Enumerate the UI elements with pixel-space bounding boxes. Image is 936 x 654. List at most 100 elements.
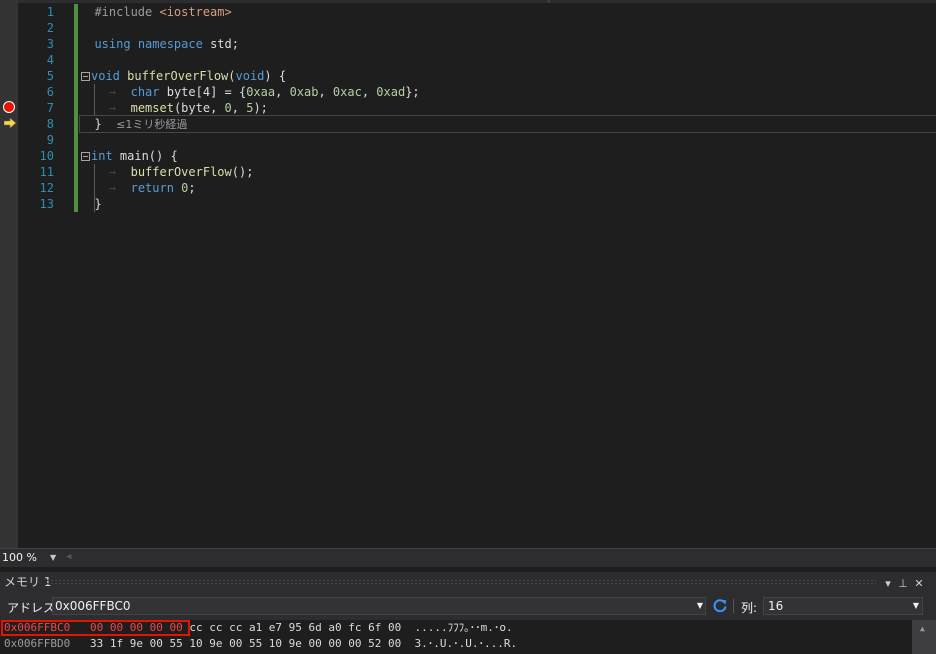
comma: , — [361, 85, 377, 99]
chevron-down-icon[interactable]: ▼ — [913, 601, 919, 610]
line-number: 5 — [46, 69, 54, 83]
collapse-icon[interactable] — [81, 72, 90, 81]
toolbar-separator — [733, 599, 734, 613]
memory-window-titlebar[interactable]: メモリ 1 ▾ ⊥ ✕ — [0, 572, 936, 592]
code-line-7[interactable]: → memset(byte, 0, 5); — [80, 100, 936, 116]
chevron-down-icon: ▼ — [50, 553, 57, 562]
code-text-fragment: (byte, — [173, 101, 225, 115]
memory-window: メモリ 1 ▾ ⊥ ✕ アドレス: ▼ 列: 16 ▼ 0x006FFBC000… — [0, 572, 936, 654]
code-line-5[interactable]: void bufferOverFlow(void) { — [80, 68, 936, 84]
line-number: 10 — [39, 149, 54, 163]
keyword: int — [91, 149, 113, 163]
line-number: 6 — [46, 85, 54, 99]
code-line-4[interactable] — [80, 52, 936, 68]
line-number: 1 — [46, 5, 54, 19]
preprocessor-directive: #include — [94, 5, 160, 19]
code-line-2[interactable] — [80, 20, 936, 36]
line-number: 3 — [46, 37, 54, 51]
line-number: 7 — [46, 101, 54, 115]
comma: , — [318, 85, 333, 99]
refresh-icon[interactable] — [711, 597, 729, 615]
line-numbers: 1 2 3 4 5 6 7 8 9 10 11 12 13 — [18, 4, 54, 212]
code-text-fragment: (); — [231, 165, 254, 179]
function-name: bufferOverFlow — [130, 165, 232, 179]
keyword: return — [130, 181, 174, 195]
code-line-6[interactable]: → char byte[4] = {0xaa, 0xab, 0xac, 0xad… — [80, 84, 936, 100]
instruction-pointer-icon — [4, 118, 16, 128]
highlight-box — [1, 620, 190, 636]
comma: , — [231, 101, 247, 115]
keyword: char — [130, 85, 160, 99]
close-icon[interactable]: ✕ — [912, 574, 926, 590]
perf-tip[interactable]: ≤1ミリ秒経過 — [116, 118, 187, 131]
number-literal: 0xad — [376, 85, 406, 99]
memory-row[interactable]: 0x006FFBD0 33 1f 9e 00 55 10 9e 00 55 10 … — [0, 636, 517, 652]
code-line-13[interactable]: } — [80, 196, 936, 212]
current-line-highlight[interactable]: } ≤1ミリ秒経過 — [79, 115, 936, 133]
memory-bytes[interactable]: 33 1f 9e 00 55 10 9e 00 55 10 9e 00 00 0… — [90, 637, 401, 650]
address-combobox[interactable]: ▼ — [52, 597, 706, 615]
code-line-10[interactable]: int main() { — [80, 148, 936, 164]
code-line-1[interactable]: #include <iostream> — [80, 4, 936, 20]
panel-title: メモリ 1 — [4, 575, 52, 589]
code-line-11[interactable]: → bufferOverFlow(); — [80, 164, 936, 180]
vertical-scrollbar[interactable]: ▲ — [912, 620, 936, 654]
number-literal: 0 — [224, 101, 232, 115]
include-target: <iostream> — [159, 5, 232, 19]
editor-top-border — [0, 0, 936, 3]
memory-toolbar: アドレス: ▼ 列: 16 ▼ — [0, 596, 936, 618]
function-name: bufferOverFlow( — [119, 69, 236, 83]
zoom-dropdown[interactable]: 100 % ▼ — [2, 550, 60, 565]
keyword: using — [94, 37, 131, 51]
change-tracking-bar — [74, 4, 78, 212]
line-number: 13 — [39, 197, 54, 211]
number-literal: 0xac — [332, 85, 362, 99]
code-line-3[interactable]: using namespace std; — [80, 36, 936, 52]
memory-ascii[interactable]: 3.･.U.･.U.･...R. — [415, 637, 518, 650]
line-number: 2 — [46, 21, 54, 35]
chevron-down-icon[interactable]: ▼ — [697, 601, 703, 610]
number-literal: 0xab — [289, 85, 319, 99]
memory-bytes[interactable]: cc cc cc a1 e7 95 6d a0 fc 6f 00 — [183, 621, 401, 634]
drag-grip[interactable] — [46, 579, 876, 585]
line-number: 4 — [46, 53, 54, 67]
window-menu-icon[interactable]: ▾ — [881, 574, 895, 590]
breakpoint-icon[interactable] — [3, 101, 15, 113]
code-text[interactable]: #include <iostream> using namespace std;… — [79, 4, 936, 212]
collapse-icon[interactable] — [81, 152, 90, 161]
code-text-fragment: byte[4] = { — [159, 85, 247, 99]
column-count-select[interactable]: 16 ▼ — [763, 597, 923, 615]
code-line-9[interactable] — [80, 132, 936, 148]
editor-status-bar: 100 % ▼ ◀ — [0, 548, 936, 567]
code-editor[interactable]: 1 2 3 4 5 6 7 8 9 10 11 12 13 #include <… — [0, 0, 936, 548]
number-literal: 0xaa — [246, 85, 276, 99]
memory-ascii[interactable]: .....ﾌﾌﾌ｡･･m.･o. — [415, 621, 513, 634]
closing-brace: } — [94, 117, 102, 131]
code-text-fragment: main() { — [112, 149, 178, 163]
line-number: 9 — [46, 133, 54, 147]
memory-address: 0x006FFBD0 — [4, 637, 71, 650]
scroll-up-icon[interactable]: ▲ — [920, 624, 925, 633]
function-name: memset — [130, 101, 174, 115]
line-number: 11 — [39, 165, 54, 179]
glyph-margin[interactable] — [0, 0, 18, 548]
keyword: namespace — [137, 37, 203, 51]
code-text-fragment: ; — [188, 181, 196, 195]
closing-brace: } — [94, 197, 102, 211]
pin-icon[interactable]: ⊥ — [896, 574, 910, 590]
keyword: void — [235, 69, 265, 83]
scroll-left-icon[interactable]: ◀ — [66, 552, 71, 562]
code-text-fragment: std; — [202, 37, 239, 51]
number-literal: 0 — [173, 181, 189, 195]
code-text-fragment: ) { — [264, 69, 287, 83]
code-line-12[interactable]: → return 0; — [80, 180, 936, 196]
comma: , — [275, 85, 290, 99]
address-input[interactable] — [55, 598, 675, 614]
zoom-value: 100 % — [2, 551, 37, 564]
line-number: 12 — [39, 181, 54, 195]
column-count-value: 16 — [768, 599, 784, 613]
line-number: 8 — [46, 117, 54, 131]
code-text-fragment: ); — [253, 101, 268, 115]
memory-grid[interactable]: 0x006FFBC0 00 00 00 00 00 cc cc cc a1 e7 … — [0, 620, 912, 654]
keyword: void — [91, 69, 120, 83]
